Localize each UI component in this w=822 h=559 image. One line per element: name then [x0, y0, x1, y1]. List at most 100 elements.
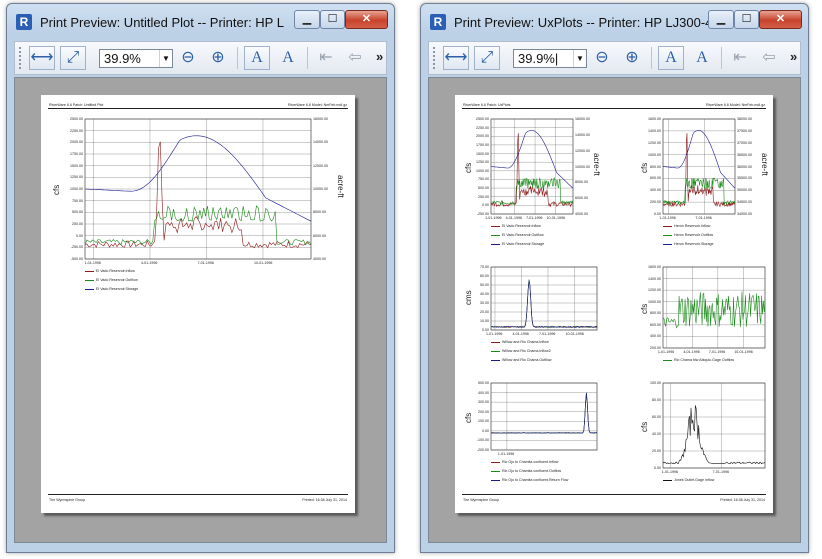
- zoom-select[interactable]: 39.9%| ▼: [513, 49, 587, 68]
- y-tick-label: -200.00: [476, 448, 489, 452]
- print-preview-window-1: R Print Preview: Untitled Plot -- Printe…: [6, 3, 395, 553]
- y-tick-label: 1250.00: [476, 160, 489, 165]
- toolbar-grip[interactable]: [433, 47, 437, 69]
- close-button[interactable]: ✕: [345, 10, 388, 29]
- y-tick-label: 1000.00: [648, 299, 661, 304]
- legend-entry: Rio Chama blw Abiquiu.Gage Outflow: [663, 358, 734, 362]
- header-rule: [462, 108, 766, 109]
- y-tick-label: -500.00: [70, 257, 83, 261]
- portrait-icon[interactable]: A: [658, 46, 684, 70]
- preview-viewport[interactable]: RiverWare 6.6 Patch: UxPlots RiverWare 6…: [428, 77, 801, 543]
- zoom-out-icon[interactable]: ⊖: [175, 46, 201, 70]
- more-toolbar-icon[interactable]: »: [376, 49, 383, 64]
- legend-label: El Vado Reservoir.Inflow: [96, 269, 135, 273]
- y-tick-label: 500.00: [72, 210, 83, 215]
- legend-label: El Vado Reservoir.Storage: [502, 242, 545, 246]
- legend-label: Willow and Rio Chama.Inflow2: [502, 349, 551, 353]
- y-tick-label: 2250.00: [476, 125, 489, 130]
- y-tick-label: 40.00: [480, 292, 489, 296]
- legend-label: Willow and Rio Chama.Inflow: [502, 340, 549, 344]
- more-toolbar-icon[interactable]: »: [790, 49, 797, 64]
- zoom-in-icon[interactable]: ⊕: [619, 46, 645, 70]
- y-tick-label: 2000.00: [476, 134, 489, 139]
- chevron-down-icon[interactable]: ▼: [159, 50, 172, 67]
- y-axis-label: cfs: [640, 421, 649, 432]
- legend-entry: El Vado Reservoir.Outflow: [85, 278, 138, 282]
- plot-jones-outlet: 100.00 80.00 60.00 40.00 20.00 0.00 1-01-1996 7…: [639, 379, 771, 491]
- riverware-app-icon: R: [430, 14, 446, 30]
- maximize-button[interactable]: ☐: [320, 10, 345, 29]
- y-tick-label: 1000.00: [648, 152, 661, 157]
- close-button[interactable]: ✕: [759, 10, 802, 29]
- fit-page-icon[interactable]: ⤢: [60, 46, 86, 70]
- x-tick-label: 10-01-1996: [565, 332, 584, 336]
- maximize-button[interactable]: ☐: [734, 10, 759, 29]
- minimize-button[interactable]: ▁: [708, 10, 734, 29]
- legend-label: Heron Reservoir.Outflow: [674, 233, 714, 237]
- y-tick-label: 2500.00: [476, 117, 489, 121]
- minimize-button[interactable]: ▁: [294, 10, 320, 29]
- legend-entry: El Vado Reservoir.Storage: [491, 242, 544, 246]
- zoom-select[interactable]: 39.9% ▼: [99, 49, 173, 68]
- toolbar-separator: [237, 47, 238, 69]
- x-tick-label: 7-01-1996: [695, 216, 712, 220]
- zoom-value[interactable]: 39.9%|: [518, 51, 558, 66]
- y2-tick-label: 8000.00: [313, 210, 326, 215]
- y-tick-label: 750.00: [72, 198, 83, 203]
- print-page: RiverWare 6.6 Patch: Untitled Plot River…: [41, 95, 355, 513]
- first-page-icon[interactable]: ⇤: [313, 46, 339, 70]
- y2-tick-label: 16000.00: [575, 117, 590, 121]
- x-tick-label: 7-01-1996: [538, 332, 556, 336]
- y2-tick-label: 34500.00: [737, 200, 752, 205]
- legend-swatch: [491, 359, 500, 361]
- legend-swatch: [663, 243, 672, 245]
- landscape-icon[interactable]: A: [275, 46, 301, 70]
- fit-page-icon[interactable]: ⤢: [474, 46, 500, 70]
- page-header-left: RiverWare 6.6 Patch: UxPlots: [463, 103, 511, 107]
- legend-label: Rio Ojo to Chamita confluent.Return Flow: [502, 478, 569, 482]
- title-bar[interactable]: R Print Preview: UxPlots -- Printer: HP …: [421, 4, 808, 40]
- previous-page-icon[interactable]: ⇦: [342, 46, 368, 70]
- chevron-down-icon[interactable]: ▼: [573, 50, 586, 67]
- y2-tick-label: 14000.00: [313, 140, 328, 145]
- legend-swatch: [491, 461, 500, 463]
- x-tick-label: 4-01-1996: [683, 350, 700, 354]
- toolbar-grip[interactable]: [19, 47, 23, 69]
- window-title: Print Preview: UxPlots -- Printer: HP LJ…: [454, 15, 722, 30]
- x-tick-label: 7-01-1996: [197, 261, 214, 265]
- legend-swatch: [663, 234, 672, 236]
- fit-width-icon[interactable]: ⟷: [443, 46, 469, 70]
- y-tick-label: 0.00: [654, 466, 661, 470]
- y-tick-label: 1200.00: [648, 288, 661, 293]
- zoom-out-icon[interactable]: ⊖: [589, 46, 615, 70]
- y-axis-label: cfs: [640, 162, 649, 173]
- landscape-icon[interactable]: A: [689, 46, 715, 70]
- plot-el-vado: 2500.00 2250.00 2000.00 1750.00 1500.00 1250.…: [51, 115, 347, 300]
- plot-willow-rio-chama: 70.00 60.00 50.00 40.00 30.00 20.00 10.00 0.00 1…: [463, 263, 603, 371]
- preview-viewport[interactable]: RiverWare 6.6 Patch: Untitled Plot River…: [14, 77, 387, 543]
- legend-entry: Heron Reservoir.Inflow: [663, 224, 710, 228]
- page-header-right: RiverWare 6.6 Model: NmFeb.mdl.gz: [288, 103, 347, 107]
- y2-tick-label: 34000.00: [737, 212, 752, 216]
- first-page-icon[interactable]: ⇤: [727, 46, 753, 70]
- y2-tick-label: 38000.00: [737, 117, 752, 121]
- legend-swatch: [85, 270, 94, 272]
- portrait-icon[interactable]: A: [244, 46, 270, 70]
- fit-width-icon[interactable]: ⟷: [29, 46, 55, 70]
- zoom-in-icon[interactable]: ⊕: [205, 46, 231, 70]
- plot-rio-chama-abiquiu: 1600.00 1400.00 1200.00 1000.00 800.00 600.00…: [639, 263, 771, 371]
- toolbar-separator: [651, 47, 652, 69]
- y2-axis-label: acre-ft: [336, 175, 345, 198]
- y-tick-label: 0.00: [482, 428, 489, 433]
- legend-label: El Vado Reservoir.Inflow: [502, 224, 541, 228]
- y2-tick-label: 10000.00: [575, 164, 590, 169]
- y-tick-label: 250.00: [478, 194, 489, 199]
- y-tick-label: 2500.00: [70, 117, 83, 121]
- y-tick-label: 500.00: [478, 381, 489, 385]
- previous-page-icon[interactable]: ⇦: [756, 46, 782, 70]
- legend-entry: Heron Reservoir.Storage: [663, 242, 714, 246]
- title-bar[interactable]: R Print Preview: Untitled Plot -- Printe…: [7, 4, 394, 40]
- legend-entry: El Vado Reservoir.Storage: [85, 287, 138, 291]
- y-tick-label: 0.00: [482, 203, 489, 208]
- y-tick-label: 60.00: [652, 415, 661, 419]
